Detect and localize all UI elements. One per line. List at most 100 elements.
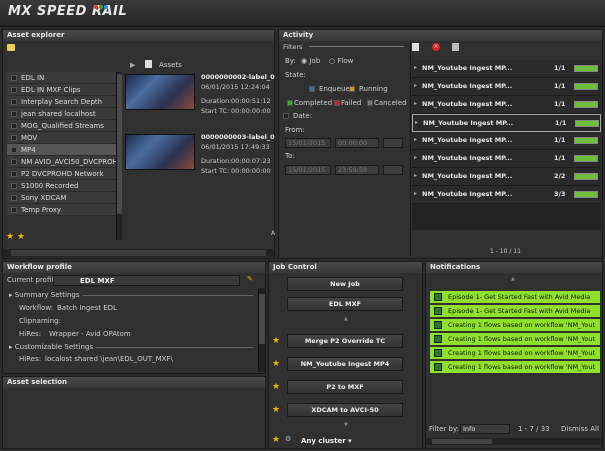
expand-icon[interactable]: ▸ (414, 100, 417, 107)
from-date-field[interactable]: 15/01/2015 (285, 138, 331, 148)
breadcrumb-arrow-icon[interactable]: ▶ (130, 61, 135, 69)
job-template-button[interactable]: XDCAM to AVCI-50 (287, 403, 403, 417)
tree-checkbox[interactable] (11, 123, 17, 129)
asset-thumbnail[interactable] (125, 74, 195, 110)
tree-item[interactable]: MOV (7, 132, 119, 144)
tree-checkbox[interactable] (11, 111, 17, 117)
tree-item[interactable]: Interplay Search Depth (7, 96, 119, 108)
to-spinner[interactable] (383, 165, 403, 175)
asset-hscroll[interactable] (3, 249, 274, 257)
star-icon[interactable]: ★ (272, 382, 280, 392)
tree-checkbox[interactable] (11, 135, 17, 141)
star-icon[interactable]: ★ (272, 359, 280, 369)
completed-filter[interactable]: Completed (287, 99, 332, 107)
expand-icon[interactable]: ▸ (414, 82, 417, 89)
star-icon[interactable]: ★ (272, 336, 280, 346)
tree-item[interactable]: MP4 (7, 144, 119, 156)
expand-icon[interactable]: ▸ (414, 190, 417, 197)
from-time-field[interactable]: 00:00:00 (335, 138, 379, 148)
edl-mxf-button[interactable]: EDL MXF (287, 297, 403, 311)
failed-filter[interactable]: Failed (334, 99, 361, 107)
job-row[interactable]: ▸ NM_Youtube Ingest MP... 3/3 (412, 186, 601, 204)
job-row[interactable]: ▸ NM_Youtube Ingest MP... 2/2 (412, 168, 601, 186)
date-checkbox[interactable]: Date: (283, 112, 312, 120)
tree-item[interactable]: Sony XDCAM (7, 192, 119, 204)
star-icon[interactable]: ★ (272, 405, 280, 415)
tree-checkbox[interactable] (11, 159, 17, 165)
job-row[interactable]: ▸ NM_Youtube Ingest MP... 1/1 (412, 78, 601, 96)
tree-item[interactable]: NM AVID_AVCI50_DVCPROHD (7, 156, 119, 168)
enqueued-filter[interactable]: Enqueued (309, 85, 354, 93)
tree-item[interactable]: EDL IN (7, 72, 119, 84)
tree-checkbox[interactable] (11, 171, 17, 177)
notif-hscroll[interactable] (426, 438, 602, 445)
filter-select[interactable]: Info (460, 424, 510, 434)
trash-icon[interactable] (452, 43, 459, 51)
favorites-star-icon[interactable]: ★ (272, 435, 280, 445)
notification-item[interactable]: Episode 1- Get Started Fast with Avid Me… (430, 305, 600, 317)
job-row[interactable]: ▸ NM_Youtube Ingest MP... 1/1 (412, 150, 601, 168)
flow-radio[interactable]: ○ Flow (329, 57, 353, 65)
copy-icon[interactable] (412, 43, 419, 51)
dismiss-all-button[interactable]: Dismiss All (561, 425, 599, 433)
summary-settings-toggle[interactable]: ▸ Summary Settings (9, 291, 80, 299)
new-job-button[interactable]: New Job (287, 277, 403, 291)
job-row[interactable]: ▸ NM_Youtube Ingest MP... 1/1 (412, 132, 601, 150)
job-template-button[interactable]: P2 to MXF (287, 380, 403, 394)
star-icon[interactable]: ★ (17, 232, 25, 242)
asset-thumbnail[interactable] (125, 134, 195, 170)
tree-checkbox[interactable] (11, 207, 17, 213)
to-time-field[interactable]: 23:59:59 (335, 165, 379, 175)
tree-item[interactable]: P2 DVCPROHD Network (7, 168, 119, 180)
running-filter[interactable]: Running (349, 85, 388, 93)
notification-item[interactable]: Creating 1 flows based on workflow 'NM_Y… (430, 319, 600, 331)
folder-icon[interactable] (7, 44, 15, 51)
tree-checkbox[interactable] (11, 147, 17, 153)
to-date-field[interactable]: 15/01/2015 (285, 165, 331, 175)
job-row[interactable]: ▸ NM_Youtube Ingest MP... 1/1 (412, 96, 601, 114)
tree-item[interactable]: S1000 Recorded (7, 180, 119, 192)
star-icon[interactable]: ★ (6, 232, 14, 242)
canceled-filter[interactable]: Canceled (367, 99, 406, 107)
expand-icon[interactable]: ▸ (414, 172, 417, 179)
notification-item[interactable]: Episode 1- Get Started Fast with Avid Me… (430, 291, 600, 303)
from-spinner[interactable] (383, 138, 403, 148)
tree-checkbox[interactable] (11, 195, 17, 201)
scroll-down-icon[interactable]: ▼ (344, 422, 348, 428)
tree-item[interactable]: jean shared localhost (7, 108, 119, 120)
notification-item[interactable]: Creating 1 flows based on workflow 'NM_Y… (430, 333, 600, 345)
cluster-value: Any cluster (301, 437, 346, 445)
breadcrumb[interactable]: Assets (159, 61, 182, 69)
customizable-settings-toggle[interactable]: ▸ Customizable Settings (9, 343, 93, 351)
asset-card[interactable]: 0000000003-label_00 06/01/2015 17:49:33 Du… (125, 132, 275, 190)
expand-icon[interactable]: ▸ (414, 64, 417, 71)
tree-item-label: EDL IN (21, 74, 45, 82)
tree-checkbox[interactable] (11, 75, 17, 81)
job-row[interactable]: ▸ NM_Youtube Ingest MP... 1/1 (412, 60, 601, 78)
tree-checkbox[interactable] (11, 183, 17, 189)
expand-icon[interactable]: ▸ (415, 119, 418, 126)
notification-item[interactable]: Creating 1 flows based on workflow 'NM_Y… (430, 347, 600, 359)
asset-card[interactable]: 0000000002-label_00 06/01/2015 12:24:04 Du… (125, 72, 275, 130)
expand-icon[interactable]: ▸ (414, 154, 417, 161)
job-radio[interactable]: ◉ Job (301, 57, 320, 65)
cluster-select[interactable]: Any cluster ▾ (301, 437, 352, 445)
edit-icon[interactable]: ✎ (247, 275, 253, 283)
tree-checkbox[interactable] (11, 99, 17, 105)
expand-icon[interactable]: ▸ (414, 136, 417, 143)
notif-up-icon[interactable]: ▲ (511, 276, 515, 282)
current-profile-select[interactable]: EDL MXF (53, 275, 240, 286)
notification-item[interactable]: Creating 1 flows based on workflow 'NM_Y… (430, 361, 600, 373)
tree-item[interactable]: Temp Proxy (7, 204, 119, 216)
job-row[interactable]: ▸ NM_Youtube Ingest MP... 1/1 (412, 114, 601, 132)
scroll-up-icon[interactable]: ▲ (344, 316, 348, 322)
tree-checkbox[interactable] (11, 87, 17, 93)
cancel-icon[interactable]: × (432, 43, 440, 51)
tree-scrollbar[interactable] (116, 72, 122, 240)
tree-item[interactable]: EDL IN MXF Clips (7, 84, 119, 96)
tree-item[interactable]: MOG_Qualified Streams (7, 120, 119, 132)
job-template-button[interactable]: Merge P2 Override TC (287, 334, 403, 348)
job-template-button[interactable]: NM_Youtube Ingest MP4 (287, 357, 403, 371)
filters-label[interactable]: Filters (283, 43, 302, 51)
workflow-scrollbar[interactable] (258, 288, 265, 372)
